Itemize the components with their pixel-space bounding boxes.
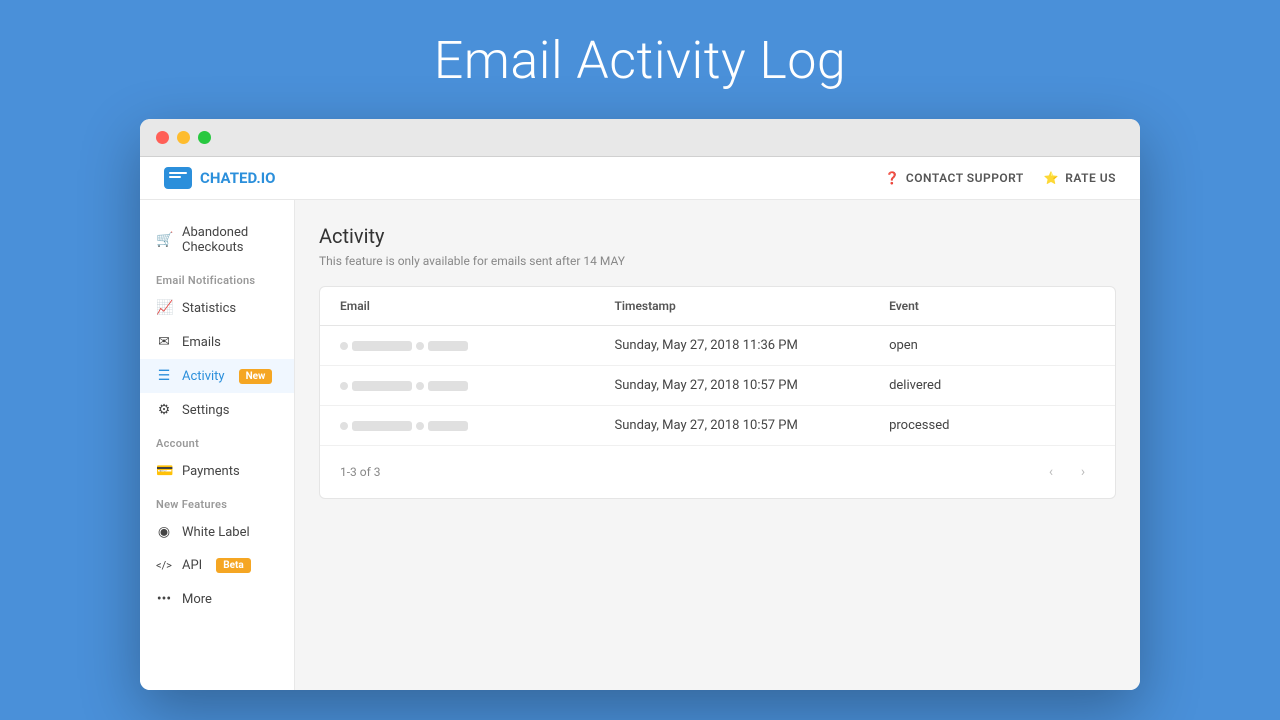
sidebar-item-white-label[interactable]: ◉ White Label	[140, 515, 294, 549]
email-cell-3	[340, 421, 615, 431]
timestamp-cell-2: Sunday, May 27, 2018 10:57 PM	[615, 378, 890, 393]
sidebar-abandoned-label: Abandoned Checkouts	[182, 225, 278, 255]
email-bar-2	[428, 341, 468, 351]
payments-icon: 💳	[156, 463, 172, 479]
rate-us-label: RATE US	[1065, 171, 1116, 185]
sidebar-item-abandoned-checkouts[interactable]: 🛒 Abandoned Checkouts	[140, 216, 294, 264]
email-bar-1	[352, 341, 412, 351]
maximize-button[interactable]	[198, 131, 211, 144]
email-cell-1	[340, 341, 615, 351]
sidebar-more-label: More	[182, 592, 212, 607]
header-actions: ❓ CONTACT SUPPORT ⭐ RATE US	[884, 171, 1116, 185]
pagination-arrows: ‹ ›	[1039, 460, 1095, 484]
api-icon: </>	[156, 559, 172, 572]
email-dot-3	[416, 382, 424, 390]
app-header: CHATED.IO ❓ CONTACT SUPPORT ⭐ RATE US	[140, 157, 1140, 200]
timestamp-cell-1: Sunday, May 27, 2018 11:36 PM	[615, 338, 890, 353]
sidebar-emails-label: Emails	[182, 335, 221, 350]
email-icon: ✉	[156, 334, 172, 350]
settings-icon: ⚙	[156, 402, 172, 418]
rate-us-button[interactable]: ⭐ RATE US	[1044, 171, 1116, 185]
email-dot	[340, 422, 348, 430]
activity-subtitle: This feature is only available for email…	[319, 254, 1116, 268]
activity-heading: Activity	[319, 224, 1116, 248]
sidebar-activity-label: Activity	[182, 369, 225, 384]
email-bar-3	[352, 381, 412, 391]
main-content: Activity This feature is only available …	[295, 200, 1140, 690]
star-icon: ⭐	[1044, 171, 1059, 185]
sidebar-item-more[interactable]: ••• More	[140, 582, 294, 616]
api-beta-badge: Beta	[216, 558, 251, 573]
event-cell-2: delivered	[889, 378, 1095, 393]
email-dot-4	[416, 422, 424, 430]
activity-table: Email Timestamp Event Sunday, May 27, 20…	[319, 286, 1116, 499]
page-title: Email Activity Log	[434, 30, 847, 91]
sidebar-settings-label: Settings	[182, 403, 229, 418]
contact-support-label: CONTACT SUPPORT	[906, 171, 1024, 185]
column-timestamp: Timestamp	[615, 299, 890, 313]
email-dot	[340, 342, 348, 350]
activity-new-badge: New	[239, 369, 273, 384]
statistics-icon: 📈	[156, 300, 172, 316]
minimize-button[interactable]	[177, 131, 190, 144]
table-row: Sunday, May 27, 2018 11:36 PM open	[320, 326, 1115, 366]
column-email: Email	[340, 299, 615, 313]
event-cell-3: processed	[889, 418, 1095, 433]
table-header: Email Timestamp Event	[320, 287, 1115, 326]
sidebar-statistics-label: Statistics	[182, 301, 236, 316]
sidebar-section-email-notifications: Email Notifications	[140, 264, 294, 291]
event-cell-1: open	[889, 338, 1095, 353]
activity-icon: ☰	[156, 368, 172, 384]
next-page-button[interactable]: ›	[1071, 460, 1095, 484]
timestamp-cell-3: Sunday, May 27, 2018 10:57 PM	[615, 418, 890, 433]
email-dot	[340, 382, 348, 390]
pagination-info: 1-3 of 3	[340, 465, 381, 479]
sidebar-section-account: Account	[140, 427, 294, 454]
sidebar-api-label: API	[182, 558, 202, 573]
table-row: Sunday, May 27, 2018 10:57 PM processed	[320, 406, 1115, 446]
column-event: Event	[889, 299, 1095, 313]
close-button[interactable]	[156, 131, 169, 144]
prev-page-button[interactable]: ‹	[1039, 460, 1063, 484]
sidebar-item-settings[interactable]: ⚙ Settings	[140, 393, 294, 427]
cart-icon: 🛒	[156, 232, 172, 248]
sidebar-item-activity[interactable]: ☰ Activity New	[140, 359, 294, 393]
logo[interactable]: CHATED.IO	[164, 167, 275, 189]
app-body: 🛒 Abandoned Checkouts Email Notification…	[140, 200, 1140, 690]
sidebar-white-label-label: White Label	[182, 525, 250, 540]
email-cell-2	[340, 381, 615, 391]
more-icon: •••	[156, 591, 172, 607]
sidebar-section-new-features: New Features	[140, 488, 294, 515]
app-window: CHATED.IO ❓ CONTACT SUPPORT ⭐ RATE US 🛒 …	[140, 119, 1140, 690]
titlebar	[140, 119, 1140, 157]
sidebar: 🛒 Abandoned Checkouts Email Notification…	[140, 200, 295, 690]
sidebar-item-statistics[interactable]: 📈 Statistics	[140, 291, 294, 325]
contact-support-button[interactable]: ❓ CONTACT SUPPORT	[884, 171, 1023, 185]
email-bar-6	[428, 421, 468, 431]
sidebar-payments-label: Payments	[182, 464, 240, 479]
email-bar-5	[352, 421, 412, 431]
email-bar-4	[428, 381, 468, 391]
sidebar-item-api[interactable]: </> API Beta	[140, 549, 294, 582]
question-icon: ❓	[884, 171, 899, 185]
table-row: Sunday, May 27, 2018 10:57 PM delivered	[320, 366, 1115, 406]
white-label-icon: ◉	[156, 524, 172, 540]
sidebar-item-payments[interactable]: 💳 Payments	[140, 454, 294, 488]
logo-icon	[164, 167, 192, 189]
sidebar-item-emails[interactable]: ✉ Emails	[140, 325, 294, 359]
pagination: 1-3 of 3 ‹ ›	[320, 446, 1115, 498]
logo-text: CHATED.IO	[200, 169, 275, 187]
email-dot-2	[416, 342, 424, 350]
